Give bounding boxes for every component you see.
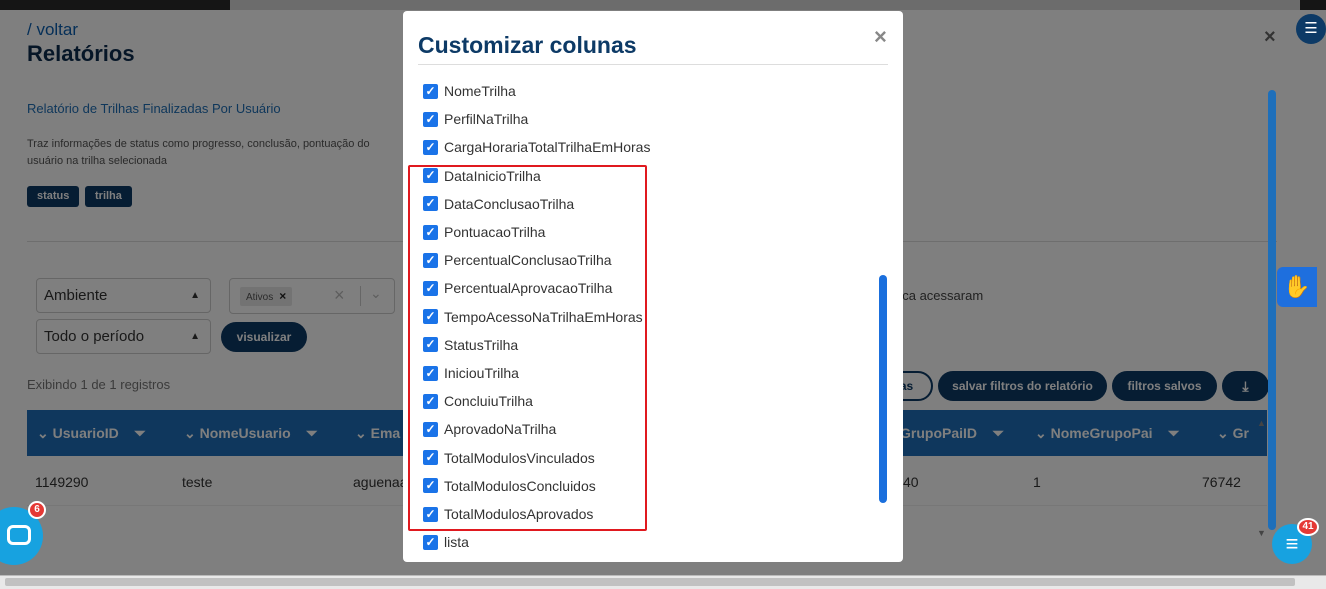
column-option[interactable]: ✓ PerfilNaTrilha <box>423 105 528 133</box>
column-option[interactable]: ✓ CargaHorariaTotalTrilhaEmHoras <box>423 133 650 161</box>
menu-icon[interactable]: ☰ <box>1296 14 1326 44</box>
modal-title: Customizar colunas <box>418 32 637 58</box>
checkbox-checked-icon[interactable]: ✓ <box>423 139 438 155</box>
chat-icon <box>7 525 31 545</box>
page-scrollbar[interactable] <box>1268 90 1276 530</box>
checkbox-checked-icon[interactable]: ✓ <box>423 534 438 550</box>
column-option-label: CargaHorariaTotalTrilhaEmHoras <box>444 139 651 156</box>
column-option[interactable]: ✓ lista <box>423 528 469 556</box>
column-option-label: PerfilNaTrilha <box>444 111 529 128</box>
column-option-label: lista <box>444 534 469 551</box>
chat-badge: 6 <box>28 501 46 519</box>
support-badge: 41 <box>1297 518 1319 536</box>
accessibility-icon[interactable]: ✋ <box>1277 267 1317 307</box>
column-option-label: NomeTrilha <box>444 83 516 99</box>
column-option[interactable]: ✓ NomeTrilha <box>423 77 516 105</box>
close-icon[interactable]: × <box>874 24 887 50</box>
checkbox-checked-icon[interactable]: ✓ <box>423 111 438 127</box>
checkbox-checked-icon[interactable]: ✓ <box>423 83 438 99</box>
modal-scrollbar[interactable] <box>879 275 887 503</box>
highlight-box <box>408 165 647 531</box>
modal-divider <box>418 64 888 65</box>
horizontal-scrollbar[interactable] <box>0 575 1326 589</box>
